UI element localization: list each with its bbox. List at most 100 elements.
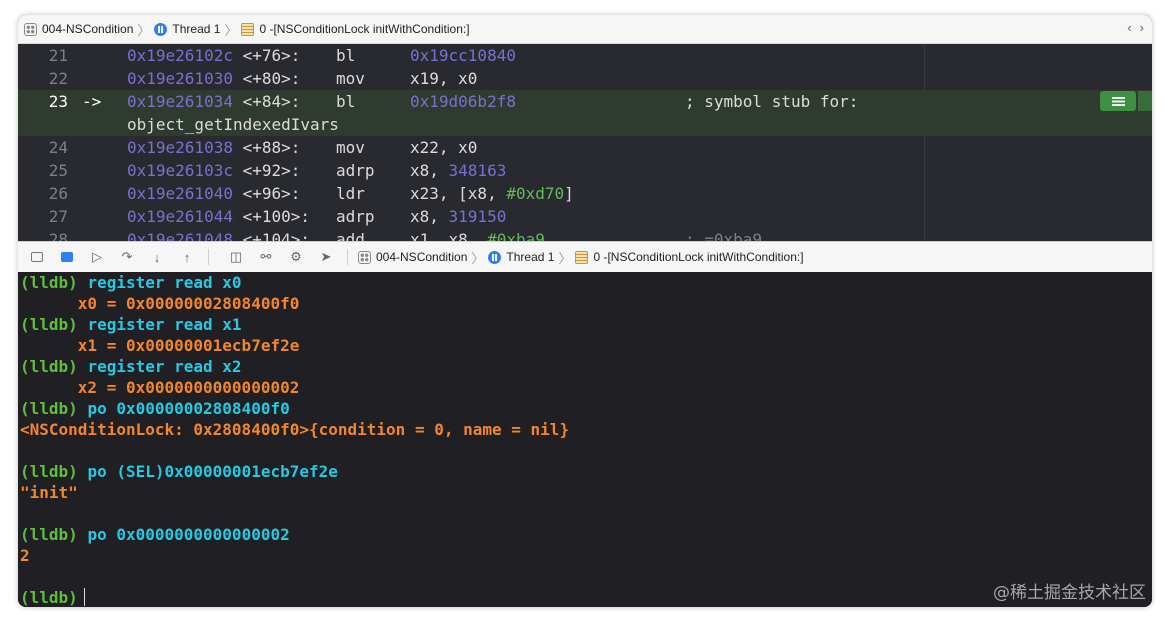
instruction-operands: x22, x0 xyxy=(410,136,477,159)
instruction-operands: x23, [x8, #0xd70] xyxy=(410,182,574,205)
operand-number: 348163 xyxy=(448,161,507,180)
console-line: (lldb) po (SEL)0x00000001ecb7ef2e xyxy=(18,461,1152,482)
console-line: x0 = 0x00000002808400f0 xyxy=(18,293,1152,314)
instruction-address: 0x19e26103c <+92>: xyxy=(127,161,301,180)
instruction-offset: <+76>: xyxy=(242,46,301,65)
console-line: <NSConditionLock: 0x2808400f0>{condition… xyxy=(18,419,1152,440)
jump-bar: 004-NSCondition 〉 Thread 1 〉 0 -[NSCondi… xyxy=(18,15,1152,44)
thread-icon xyxy=(488,250,502,264)
console-command: po 0x0000000000000002 xyxy=(87,525,290,544)
line-number: 27 xyxy=(48,207,68,226)
continue-button[interactable]: ▷ xyxy=(86,248,108,266)
step-over-button[interactable]: ↷ xyxy=(116,248,138,266)
current-instruction-line[interactable]: 23 -> 0x19e261034 <+84>: bl 0x19d06b2f8 ; sym… xyxy=(18,90,1152,113)
line-number: 28 xyxy=(48,230,68,241)
instruction-offset: <+92>: xyxy=(242,161,301,180)
program-counter-arrow: -> xyxy=(82,92,102,111)
instruction-mnemonic: mov xyxy=(336,138,365,157)
operand-register: x8, xyxy=(410,161,449,180)
console-output: <NSConditionLock: 0x2808400f0>{condition… xyxy=(20,420,570,439)
step-over-icon: ↷ xyxy=(121,249,133,264)
environment-overrides-icon: ⚙ xyxy=(290,249,302,264)
nav-back-button[interactable]: ‹ xyxy=(1127,20,1131,35)
debug-bar-thread-label: Thread 1 xyxy=(506,250,555,264)
lldb-prompt: (lldb) xyxy=(20,462,78,481)
stack-frame-icon xyxy=(575,250,589,264)
instruction-line[interactable]: 28 0x19e261048 <+104>: add x1, x8, #0xba9 ; … xyxy=(18,228,1152,241)
instruction-line[interactable]: 26 0x19e261040 <+96>: ldr x23, [x8, #0xd70] xyxy=(18,182,1152,205)
operand-register: x1, x8, xyxy=(410,230,488,241)
project-icon xyxy=(24,22,37,36)
simulate-location-button[interactable]: ➤ xyxy=(315,248,337,266)
step-into-button[interactable]: ↓ xyxy=(146,248,168,266)
navigation-arrows: ‹ › xyxy=(1127,20,1144,35)
project-icon xyxy=(358,250,371,264)
console-line: x1 = 0x00000001ecb7ef2e xyxy=(18,335,1152,356)
instruction-line[interactable]: 27 0x19e261044 <+100>: adrp x8, 319150 xyxy=(18,205,1152,228)
step-out-button[interactable]: ↑ xyxy=(176,248,198,266)
jump-bar-frame[interactable]: 0 -[NSConditionLock initWithCondition:] xyxy=(241,22,470,36)
instruction-pointer-button[interactable] xyxy=(1100,91,1136,111)
instruction-operands: 0x19d06b2f8 xyxy=(410,90,516,113)
operand-address: 0x19cc10840 xyxy=(410,46,516,65)
console-output: x1 = 0x00000001ecb7ef2e xyxy=(20,336,300,355)
operand-immediate: #0xd70 xyxy=(506,184,565,203)
debug-bar-frame[interactable]: 0 -[NSConditionLock initWithCondition:] xyxy=(575,250,804,264)
debug-bar-thread[interactable]: Thread 1 xyxy=(488,250,554,264)
instruction-line[interactable]: 24 0x19e261038 <+88>: mov x22, x0 xyxy=(18,136,1152,159)
instruction-comment: ; =0xba9 xyxy=(685,230,763,241)
instruction-offset: <+104>: xyxy=(242,230,311,241)
console-input-line[interactable]: (lldb) xyxy=(18,587,1152,607)
jump-bar-project[interactable]: 004-NSCondition xyxy=(24,22,133,36)
instruction-offset: <+88>: xyxy=(242,138,301,157)
instruction-operands: x8, 319150 xyxy=(410,205,506,228)
instruction-mnemonic: ldr xyxy=(336,184,365,203)
lldb-prompt: (lldb) xyxy=(20,525,78,544)
line-number: 25 xyxy=(48,161,68,180)
chevron-right-icon: 〉 xyxy=(224,22,238,38)
instruction-offset: <+96>: xyxy=(242,184,301,203)
instruction-mnemonic: bl xyxy=(336,46,356,65)
line-number: 21 xyxy=(48,46,68,65)
instruction-address: 0x19e261034 <+84>: xyxy=(127,92,301,111)
console-line: "init" xyxy=(18,482,1152,503)
menu-lines-icon xyxy=(1111,96,1125,106)
jump-bar-project-label: 004-NSCondition xyxy=(42,22,134,36)
console-command: register read x1 xyxy=(87,315,242,334)
breakpoint-icon xyxy=(61,252,73,262)
instruction-operands: 0x19cc10840 xyxy=(410,44,516,67)
instruction-line[interactable]: 21 0x19e26102c <+76>: bl 0x19cc10840 xyxy=(18,44,1152,67)
hide-debug-area-button[interactable] xyxy=(26,248,48,266)
instruction-comment: ; symbol stub for: xyxy=(685,92,859,111)
instruction-line[interactable]: 22 0x19e261030 <+80>: mov x19, x0 xyxy=(18,67,1152,90)
console-command: register read x0 xyxy=(87,273,242,292)
lldb-console[interactable]: (lldb) register read x0 x0 = 0x000000028… xyxy=(18,272,1152,607)
view-hierarchy-icon: ◫ xyxy=(229,249,243,264)
nav-forward-button[interactable]: › xyxy=(1140,20,1144,35)
console-line: 2 xyxy=(18,545,1152,566)
debug-bar-project[interactable]: 004-NSCondition xyxy=(358,250,467,264)
lldb-prompt: (lldb) xyxy=(20,588,78,607)
disassembly-editor[interactable]: 21 0x19e26102c <+76>: bl 0x19cc10840 22 0x19e… xyxy=(18,44,1152,241)
view-hierarchy-button[interactable]: ◫ xyxy=(225,248,247,266)
operand-tail: ] xyxy=(564,184,574,203)
instruction-address: 0x19e261040 <+96>: xyxy=(127,184,301,203)
lldb-prompt: (lldb) xyxy=(20,315,78,334)
memory-graph-button[interactable]: ⚯ xyxy=(255,248,277,266)
instruction-line[interactable]: 25 0x19e26103c <+92>: adrp x8, 348163 xyxy=(18,159,1152,182)
location-icon: ➤ xyxy=(320,249,332,264)
lldb-prompt: (lldb) xyxy=(20,399,78,418)
environment-overrides-button[interactable]: ⚙ xyxy=(285,248,307,266)
jump-bar-thread[interactable]: Thread 1 xyxy=(154,22,220,36)
debug-bar-project-label: 004-NSCondition xyxy=(376,250,468,264)
step-into-icon: ↓ xyxy=(153,249,161,265)
instruction-address: 0x19e261048 <+104>: xyxy=(127,228,310,241)
continue-icon: ▷ xyxy=(92,249,102,264)
line-number: 24 xyxy=(48,138,68,157)
toggle-breakpoints-button[interactable] xyxy=(56,248,78,266)
toolbar-divider xyxy=(208,249,209,265)
panel-icon xyxy=(31,252,43,262)
